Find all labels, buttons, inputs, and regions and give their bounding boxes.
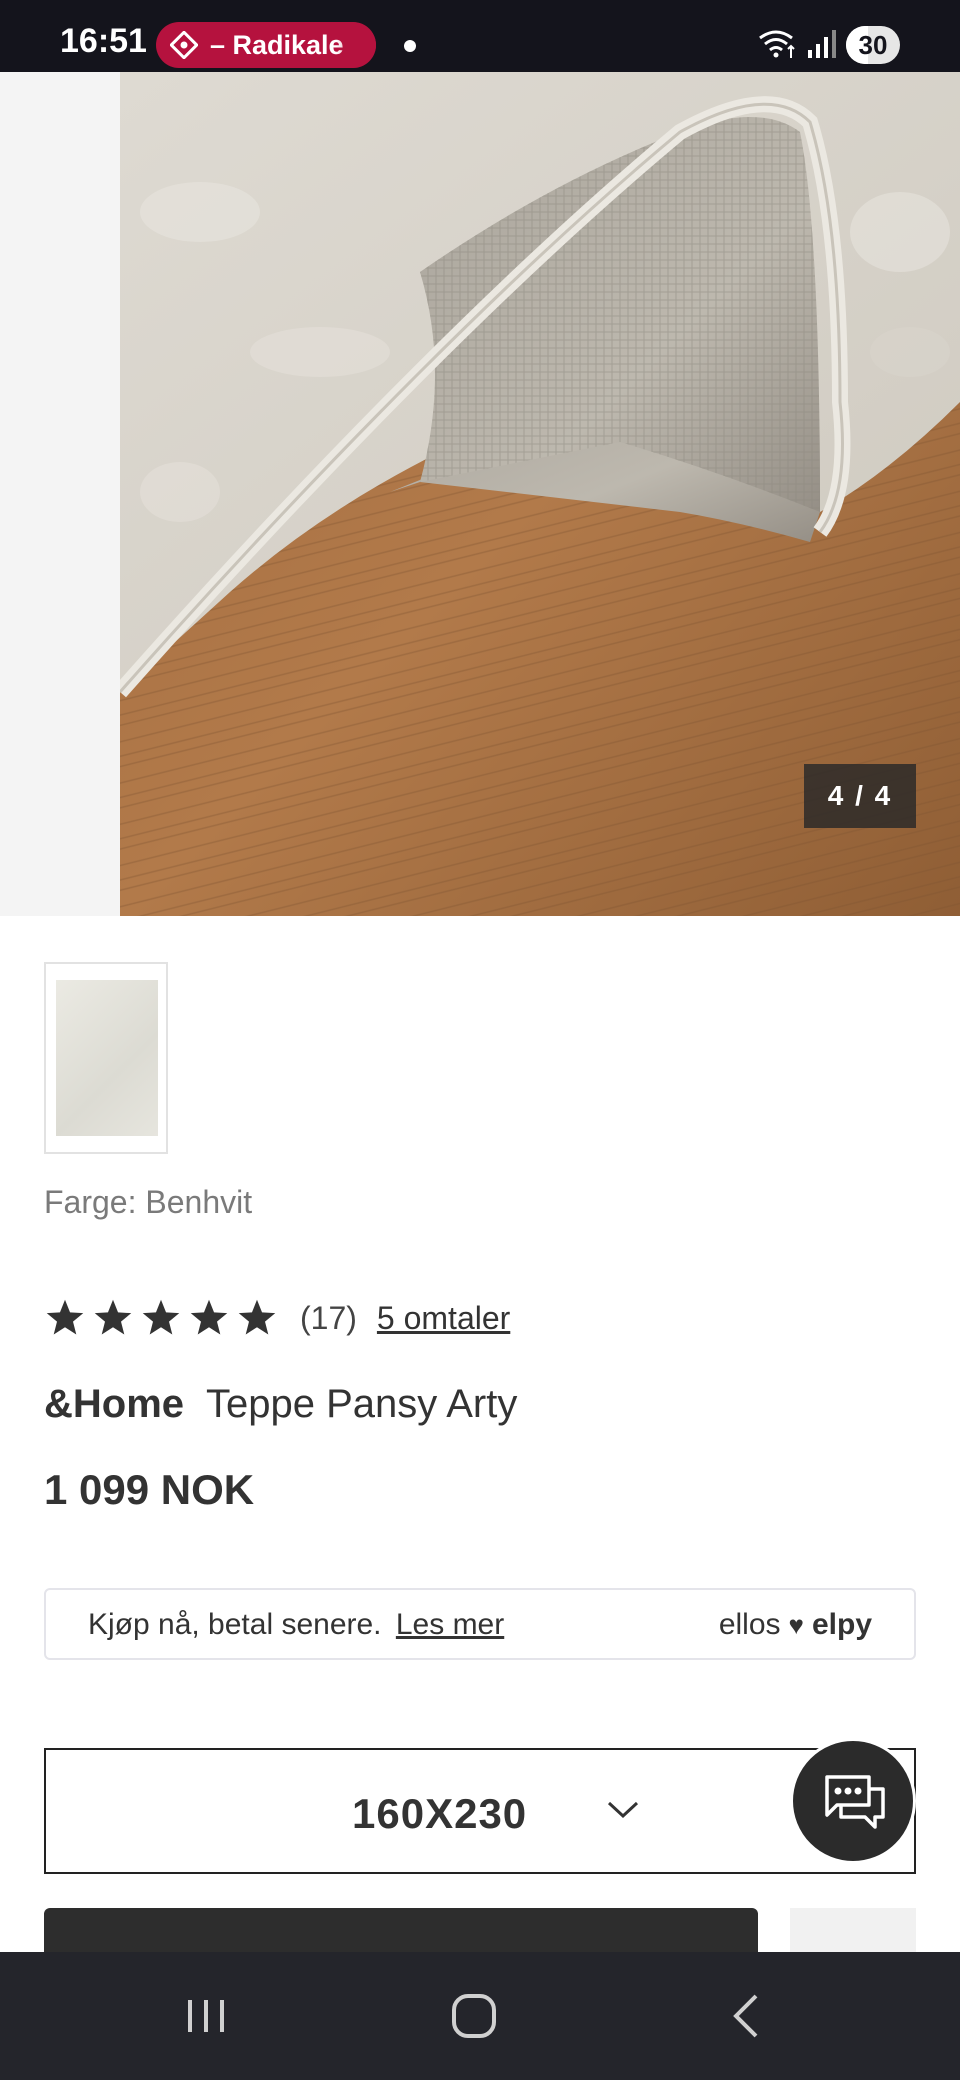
pay-later-text: Kjøp nå, betal senere. Les mer [88,1608,504,1642]
size-selector[interactable]: 160X230 [44,1748,916,1874]
heart-icon: ♥ [788,1609,804,1640]
reviews-link[interactable]: 5 omtaler [377,1300,510,1337]
chat-icon [825,1775,885,1829]
pay-later-banner: Kjøp nå, betal senere. Les mer ellos ♥ e… [44,1588,916,1660]
star-icon [142,1299,180,1335]
product-price: 1 099 NOK [44,1466,255,1513]
size-value: 160X230 [352,1790,528,1837]
home-icon [452,1994,496,2038]
pay-later-label: Kjøp nå, betal senere. [88,1608,382,1641]
chat-button[interactable] [790,1738,916,1864]
color-swatch-thumbnail[interactable] [44,962,168,1154]
star-icon [94,1299,132,1335]
rating-row: (17) 5 omtaler [44,1296,510,1340]
image-counter: 4 / 4 [804,764,916,828]
status-bar: 16:51 – Radikale 30 [0,0,960,72]
system-nav-bar [0,1952,960,2080]
media-pill[interactable]: – Radikale [156,22,376,68]
star-icon [46,1299,84,1335]
recent-apps-button[interactable] [146,1952,266,2080]
color-swatch-image [56,980,158,1136]
signal-icon [808,30,836,58]
chevron-down-icon [607,1801,639,1819]
status-time: 16:51 [60,22,147,60]
color-label: Farge: Benhvit [44,1184,253,1220]
notification-dot [404,40,416,52]
rating-stars [44,1298,278,1338]
radio-icon [170,31,198,59]
product-title: &Home Teppe Pansy Arty [44,1382,517,1427]
ellos-elpy-logo: ellos ♥ elpy [719,1608,872,1642]
product-name: Teppe Pansy Arty [206,1382,518,1426]
battery-indicator: 30 [846,26,900,64]
back-icon [733,1994,758,2038]
pill-fade [336,22,376,68]
battery-level: 30 [858,30,888,60]
star-icon [238,1299,276,1335]
wifi-icon [759,30,795,58]
product-brand[interactable]: &Home [44,1382,184,1426]
star-icon [190,1299,228,1335]
product-image-gallery[interactable]: 4 / 4 [0,72,960,916]
home-button[interactable] [414,1952,534,2080]
read-more-link[interactable]: Les mer [396,1608,504,1641]
media-pill-text: – Radikale [210,30,344,60]
logo-elpy: elpy [811,1608,872,1641]
logo-ellos: ellos [718,1608,781,1641]
rating-count: (17) [300,1299,357,1336]
recent-apps-icon [188,2000,224,2032]
back-button[interactable] [684,1952,804,2080]
